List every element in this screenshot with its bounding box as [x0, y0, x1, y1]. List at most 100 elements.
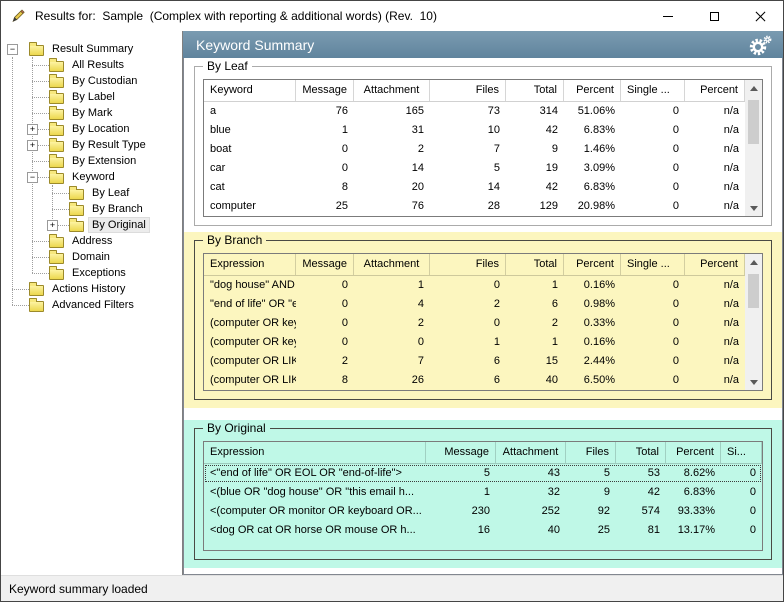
scroll-up-button[interactable]	[745, 80, 762, 96]
tree-item-label[interactable]: Actions History	[49, 282, 128, 296]
column-header-files[interactable]: Files	[566, 442, 616, 463]
tree-item-by-label[interactable]: By Label	[27, 89, 182, 105]
cell: 42	[506, 178, 564, 197]
column-header-attachment[interactable]: Attachment	[354, 254, 430, 275]
column-header-message[interactable]: Message	[296, 80, 354, 101]
tree-item-by-result-type[interactable]: + By Result Type	[27, 137, 182, 153]
tree-item-by-leaf[interactable]: By Leaf	[47, 185, 182, 201]
cell: 9	[566, 483, 616, 502]
column-header-percent[interactable]: Percent	[685, 254, 745, 275]
column-header-files[interactable]: Files	[430, 254, 506, 275]
table-row[interactable]: cat82014426.83%0n/a	[204, 178, 745, 197]
table-row[interactable]: (computer OR keyb...02020.33%0n/a	[204, 314, 745, 333]
table-row[interactable]: "end of life" OR "e...04260.98%0n/a	[204, 295, 745, 314]
tree-item-label[interactable]: By Mark	[69, 106, 115, 120]
tree-item-advanced-filters[interactable]: Advanced Filters	[7, 297, 182, 313]
column-header-message[interactable]: Message	[426, 442, 496, 463]
column-header-total[interactable]: Total	[616, 442, 666, 463]
tree-item-label[interactable]: By Branch	[89, 202, 146, 216]
expand-icon[interactable]: +	[27, 124, 38, 135]
tree-item-label[interactable]: By Original	[89, 218, 149, 232]
expand-icon[interactable]: +	[47, 220, 58, 231]
close-button[interactable]	[737, 1, 783, 31]
table-row[interactable]: a761657331451.06%0n/a	[204, 102, 745, 121]
table-row[interactable]: (computer OR keyb...00110.16%0n/a	[204, 333, 745, 352]
column-header-single[interactable]: Single ...	[621, 254, 685, 275]
expand-icon[interactable]: +	[27, 140, 38, 151]
column-header-keyword[interactable]: Keyword	[204, 80, 296, 101]
column-header-total[interactable]: Total	[506, 80, 564, 101]
scroll-down-button[interactable]	[745, 200, 762, 216]
tree-item-keyword[interactable]: − Keyword	[27, 169, 182, 185]
tree-item-result-summary[interactable]: − Result Summary	[7, 41, 182, 57]
scrollbar-track[interactable]	[745, 270, 762, 374]
column-header-attachment[interactable]: Attachment	[496, 442, 566, 463]
vertical-scrollbar[interactable]	[745, 80, 762, 216]
table-row[interactable]: boat02791.46%0n/a	[204, 140, 745, 159]
scrollbar-track[interactable]	[745, 96, 762, 200]
cell: 0	[621, 159, 685, 178]
scrollbar-thumb[interactable]	[748, 274, 759, 308]
table-row[interactable]: blue13110426.83%0n/a	[204, 121, 745, 140]
column-header-percent[interactable]: Percent	[685, 80, 745, 101]
tree-item-label[interactable]: Result Summary	[49, 42, 136, 56]
table-row[interactable]: (computer OR LIKE...276152.44%0n/a	[204, 352, 745, 371]
table-row[interactable]: car0145193.09%0n/a	[204, 159, 745, 178]
column-header-total[interactable]: Total	[506, 254, 564, 275]
tree-item-label[interactable]: By Custodian	[69, 74, 140, 88]
tree-item-label[interactable]: By Result Type	[69, 138, 149, 152]
column-header-percent[interactable]: Percent	[564, 254, 621, 275]
table-header-row: ExpressionMessageAttachmentFilesTotalPer…	[204, 442, 762, 464]
column-header-expression[interactable]: Expression	[204, 442, 426, 463]
table-row[interactable]: <dog OR cat OR horse OR mouse OR h...164…	[204, 521, 762, 540]
tree-item-label[interactable]: Keyword	[69, 170, 118, 184]
collapse-icon[interactable]: −	[27, 172, 38, 183]
tree-item-label[interactable]: By Label	[69, 90, 118, 104]
tree-item-label[interactable]: By Leaf	[89, 186, 132, 200]
column-header-percent[interactable]: Percent	[564, 80, 621, 101]
tree-item-actions-history[interactable]: Actions History	[7, 281, 182, 297]
maximize-button[interactable]	[691, 1, 737, 31]
tree-item-by-location[interactable]: + By Location	[27, 121, 182, 137]
tree-item-label[interactable]: By Location	[69, 122, 132, 136]
cell: 51.06%	[564, 102, 621, 121]
tree-item-all-results[interactable]: All Results	[27, 57, 182, 73]
tree-item-label[interactable]: Exceptions	[69, 266, 129, 280]
column-header-si[interactable]: Si...	[721, 442, 762, 463]
column-header-files[interactable]: Files	[430, 80, 506, 101]
settings-button[interactable]	[745, 34, 775, 56]
tree-item-label[interactable]: All Results	[69, 58, 127, 72]
cell: a	[204, 102, 296, 121]
tree-item-by-extension[interactable]: By Extension	[27, 153, 182, 169]
column-header-percent[interactable]: Percent	[666, 442, 721, 463]
tree-item-by-mark[interactable]: By Mark	[27, 105, 182, 121]
tree-item-label[interactable]: By Extension	[69, 154, 139, 168]
table-row[interactable]: "dog house" AND t...01010.16%0n/a	[204, 276, 745, 295]
column-header-single[interactable]: Single ...	[621, 80, 685, 101]
tree-item-label[interactable]: Domain	[69, 250, 113, 264]
scroll-down-button[interactable]	[745, 374, 762, 390]
tree-item-address[interactable]: Address	[27, 233, 182, 249]
table-row[interactable]: <"end of life" OR EOL OR "end-of-life">5…	[204, 464, 762, 483]
table-row[interactable]: (computer OR LIKE...8266406.50%0n/a	[204, 371, 745, 390]
tree-item-by-custodian[interactable]: By Custodian	[27, 73, 182, 89]
table-row[interactable]: computer25762812920.98%0n/a	[204, 197, 745, 216]
column-header-attachment[interactable]: Attachment	[354, 80, 430, 101]
cell: 76	[354, 197, 430, 216]
table-row[interactable]: <(blue OR "dog house" OR "this email h..…	[204, 483, 762, 502]
minimize-button[interactable]	[645, 1, 691, 31]
column-header-message[interactable]: Message	[296, 254, 354, 275]
tree-item-domain[interactable]: Domain	[27, 249, 182, 265]
scrollbar-thumb[interactable]	[748, 100, 759, 144]
tree-item-exceptions[interactable]: Exceptions	[27, 265, 182, 281]
tree-item-by-branch[interactable]: By Branch	[47, 201, 182, 217]
vertical-scrollbar[interactable]	[745, 254, 762, 390]
collapse-icon[interactable]: −	[7, 44, 18, 55]
table-row[interactable]: <(computer OR monitor OR keyboard OR...2…	[204, 502, 762, 521]
column-header-expression[interactable]: Expression	[204, 254, 296, 275]
cell: 28	[430, 197, 506, 216]
scroll-up-button[interactable]	[745, 254, 762, 270]
tree-item-label[interactable]: Advanced Filters	[49, 298, 137, 312]
tree-item-by-original[interactable]: + By Original	[47, 217, 182, 233]
tree-item-label[interactable]: Address	[69, 234, 115, 248]
